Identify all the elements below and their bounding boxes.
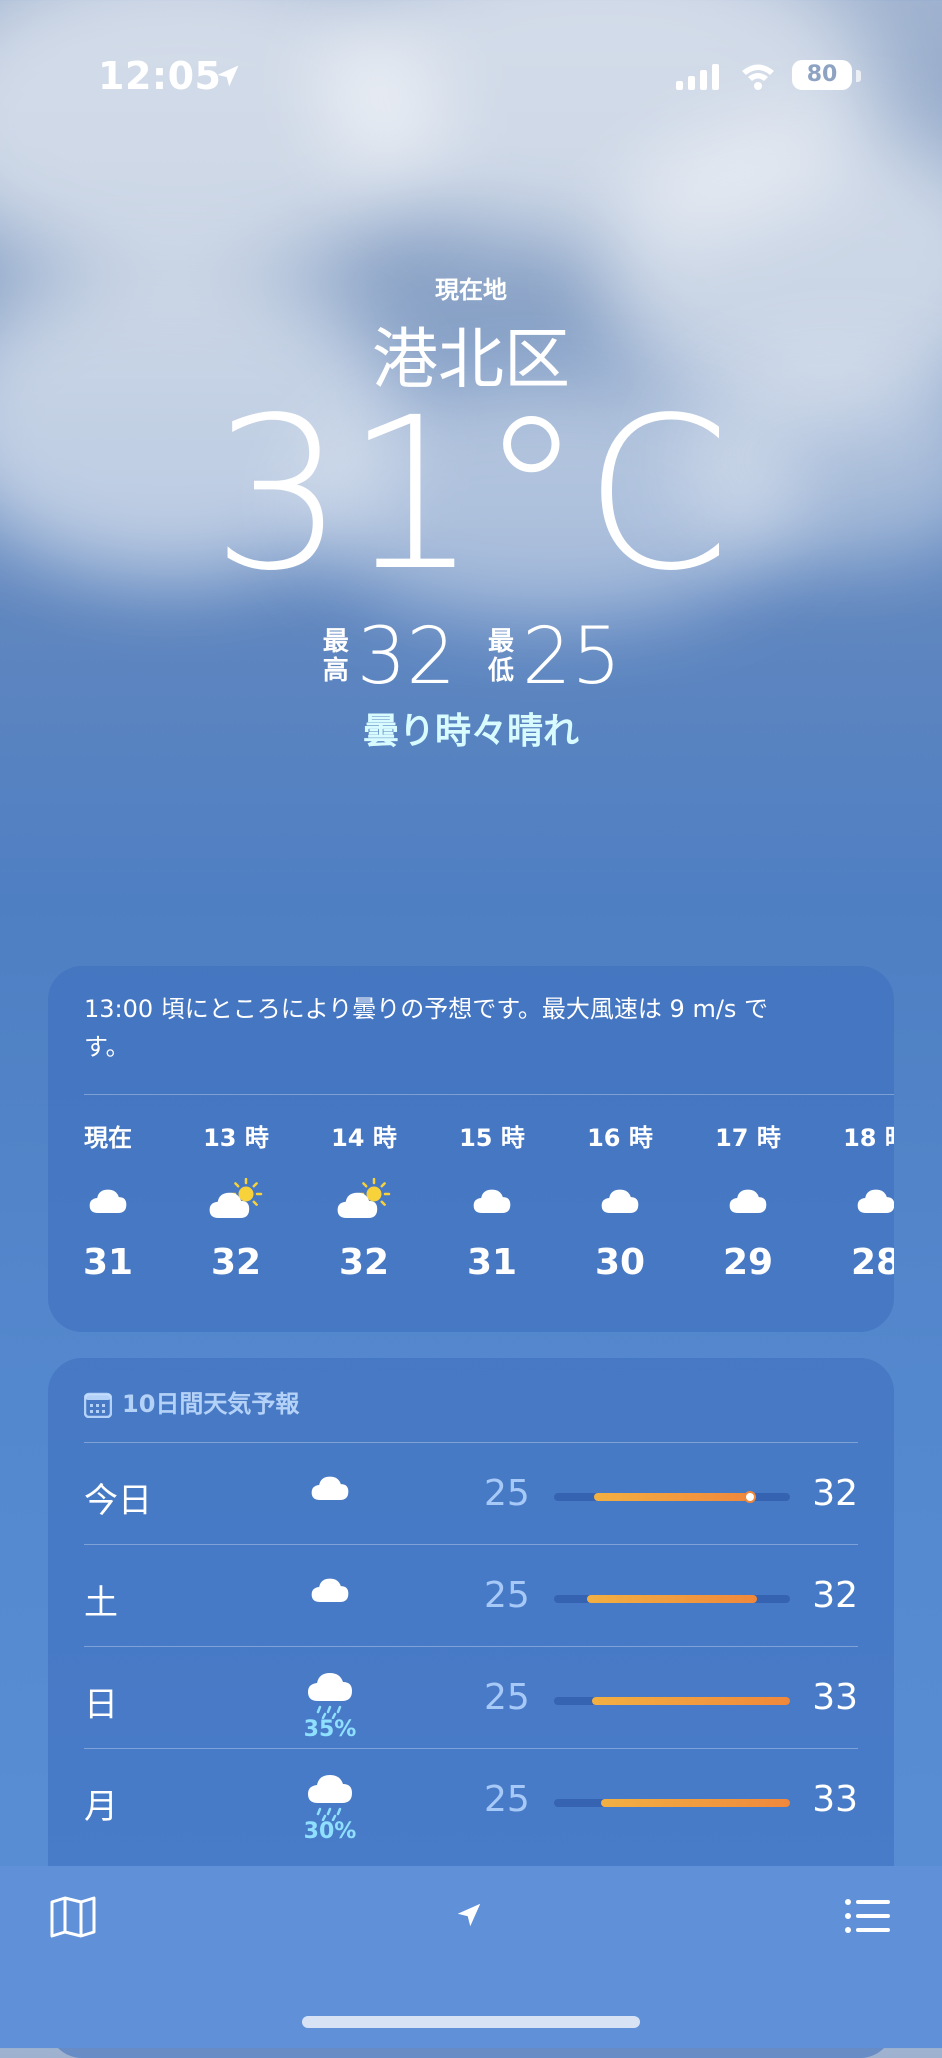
hour-item: 17 時 29 <box>698 1118 798 1283</box>
hour-temp: 32 <box>338 1242 390 1283</box>
status-bar: 12:05 80 <box>0 52 942 108</box>
cloud-icon <box>826 1178 894 1236</box>
hour-label: 15 時 <box>459 1124 525 1152</box>
day-high: 32 <box>812 1473 858 1514</box>
day-row[interactable]: 今日 25 32 <box>84 1442 858 1545</box>
temp-range-bar <box>554 1799 790 1807</box>
ten-day-header: 10日間天気予報 <box>83 1384 300 1419</box>
temp-range-bar <box>554 1491 790 1503</box>
hour-temp: 32 <box>210 1242 262 1283</box>
calendar-icon <box>83 1392 113 1419</box>
hour-item: 14 時 32 <box>314 1118 414 1283</box>
temp-range-fill <box>601 1799 790 1807</box>
temp-range-bar <box>554 1595 790 1603</box>
hour-temp: 31 <box>82 1242 134 1283</box>
hour-item: 18 時 28 <box>826 1118 894 1283</box>
day-row[interactable]: 日 35% 25 33 <box>84 1646 858 1749</box>
hour-label: 13 時 <box>203 1124 269 1152</box>
day-low: 25 <box>484 1575 530 1616</box>
day-name: 今日 <box>84 1481 152 1521</box>
current-temperature: 31°C <box>211 372 731 617</box>
partly-sunny-icon <box>314 1177 414 1236</box>
hour-label: 16 時 <box>587 1124 653 1152</box>
day-row[interactable]: 月 30% 25 33 <box>84 1748 858 1851</box>
hour-temp: 28 <box>850 1242 894 1283</box>
rain-cloud-icon: 30% <box>300 1771 360 1844</box>
day-high: 33 <box>812 1677 858 1718</box>
rain-cloud-icon: 35% <box>300 1669 360 1742</box>
day-name: 日 <box>84 1685 118 1725</box>
partly-sunny-icon <box>186 1177 286 1236</box>
day-name: 土 <box>84 1583 118 1623</box>
day-high: 33 <box>812 1779 858 1820</box>
hour-item: 16 時 30 <box>570 1118 670 1283</box>
low-temp: 25 <box>522 612 622 702</box>
precip-percent: 30% <box>303 1819 357 1844</box>
high-low: 最高 32 最低 25 <box>0 612 942 702</box>
cellular-signal-icon <box>676 64 719 90</box>
temp-range-fill <box>594 1493 748 1501</box>
hourly-forecast-card[interactable]: 13:00 頃にところにより曇りの予想です。最大風速は 9 m/s です。 現在… <box>48 966 894 1332</box>
hour-label: 18 時 <box>843 1124 894 1152</box>
ten-day-title: 10日間天気予報 <box>122 1390 300 1418</box>
day-low: 25 <box>484 1677 530 1718</box>
list-icon[interactable] <box>844 1898 890 1934</box>
day-name: 月 <box>84 1787 118 1827</box>
temp-range-bar <box>554 1697 790 1705</box>
current-temp-dot <box>743 1491 756 1503</box>
cloud-icon <box>300 1567 360 1611</box>
hourly-list[interactable]: 現在 31 13 時 32 14 時 32 15 時 31 16 時 30 17 時 29 18 時 28 <box>83 1118 894 1318</box>
hour-label: 14 時 <box>331 1124 397 1152</box>
temp-range-fill <box>587 1595 757 1603</box>
wifi-icon <box>742 64 774 90</box>
cloud-icon <box>570 1178 670 1236</box>
battery-nub <box>856 70 861 82</box>
divider <box>84 1094 894 1095</box>
temp-range-fill <box>591 1697 790 1705</box>
cloud-icon <box>442 1178 542 1236</box>
hour-item: 13 時 32 <box>186 1118 286 1283</box>
forecast-summary: 13:00 頃にところにより曇りの予想です。最大風速は 9 m/s です。 <box>84 995 769 1061</box>
location-arrow-icon[interactable] <box>454 1900 484 1930</box>
cloud-icon <box>300 1465 360 1509</box>
condition-text: 曇り時々晴れ <box>362 711 579 752</box>
day-low: 25 <box>484 1473 530 1514</box>
cloud-icon <box>58 1178 158 1236</box>
hour-label: 17 時 <box>715 1124 781 1152</box>
hour-temp: 31 <box>466 1242 518 1283</box>
cloud-icon <box>698 1178 798 1236</box>
precip-percent: 35% <box>303 1717 357 1742</box>
hour-temp: 30 <box>594 1242 646 1283</box>
hour-temp: 29 <box>722 1242 774 1283</box>
high-temp: 32 <box>356 612 456 702</box>
low-label: 最低 <box>487 627 514 686</box>
day-row[interactable]: 土 25 32 <box>84 1544 858 1647</box>
battery-indicator: 80 <box>792 60 852 90</box>
status-time: 12:05 <box>98 54 222 98</box>
map-icon[interactable] <box>50 1896 96 1938</box>
current-location-label: 現在地 <box>435 276 507 304</box>
high-label: 最高 <box>322 627 349 686</box>
home-indicator[interactable] <box>302 2016 640 2028</box>
day-low: 25 <box>484 1779 530 1820</box>
day-high: 32 <box>812 1575 858 1616</box>
hour-item: 現在 31 <box>58 1118 158 1283</box>
location-arrow-icon <box>217 65 239 87</box>
hour-item: 15 時 31 <box>442 1118 542 1283</box>
hour-label: 現在 <box>84 1124 132 1152</box>
